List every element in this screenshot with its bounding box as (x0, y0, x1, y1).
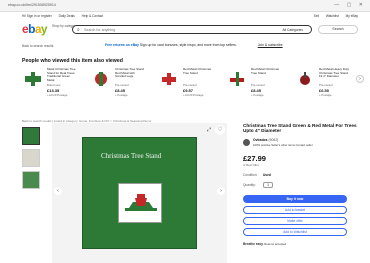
window-controls[interactable]: — ▢ ✕ (334, 2, 366, 8)
item-thumbnail[interactable] (226, 68, 248, 90)
item-title[interactable]: Red Metal Heavy Duty Christmas Tree Stan… (319, 67, 349, 79)
stand-picture (118, 183, 162, 223)
sign-in-link[interactable]: Hi! Sign in or register (22, 14, 52, 18)
gallery-thumbnails (22, 127, 42, 193)
item-info-panel: Christmas Tree Stand Green & Red Metal F… (243, 123, 365, 246)
condition-label: Condition: (243, 172, 258, 177)
box-label: Christmas Tree Stand (101, 152, 162, 160)
returns-title: Breathe easy. (243, 241, 264, 246)
item-condition: Brand new (47, 83, 61, 87)
seller-info: Ovbsdos (5062) 100% positive Seller's ot… (243, 138, 365, 150)
item-title: Christmas Tree Stand Green & Red Metal F… (243, 123, 357, 134)
main-product-image[interactable]: Christmas Tree Stand ‹ › ⤢ ♡ (52, 123, 227, 263)
ebay-logo[interactable]: ebay (22, 22, 48, 36)
item-postage: + £3.20 Postage (47, 93, 68, 97)
item-condition: Pre-owned (251, 83, 265, 87)
search-input[interactable]: ⌕ Search for anything All Categories (72, 25, 312, 34)
returns-info: Breathe easy. Returns accepted. (243, 242, 365, 246)
related-item[interactable]: Red Metal Christmas Tree Stand Pre-owned… (226, 67, 281, 112)
item-title[interactable]: Metal Christmas Tree Stand for Real Tree… (47, 67, 77, 82)
item-thumbnail[interactable] (158, 68, 180, 90)
promo-brand: Free returns on eBay (105, 43, 139, 47)
search-placeholder: Search for anything (84, 28, 116, 33)
back-to-results-link[interactable]: Back to search results (22, 44, 53, 48)
quantity-input[interactable]: 1 (263, 181, 273, 188)
search-button[interactable]: Search (318, 25, 358, 34)
item-postage: + Postage (319, 93, 332, 97)
site-header: ebay Shop by category ⌕ Search for anyth… (0, 21, 370, 38)
my-ebay-link[interactable]: My eBay (346, 14, 358, 18)
promo-link[interactable]: Join & subscribe (258, 43, 283, 47)
expand-icon[interactable]: ⤢ (207, 127, 211, 133)
tree-stand-box: Christmas Tree Stand (82, 137, 197, 249)
make-offer-button[interactable]: Make offer (243, 216, 347, 225)
quantity-label: Quantity: (243, 182, 256, 187)
condition-value: Used (263, 172, 271, 177)
promo-banner: Free returns on eBay Sign up for card bo… (105, 43, 283, 47)
seller-feedback-count: (5062) (268, 137, 279, 142)
sell-link[interactable]: Sell (314, 14, 319, 18)
item-postage: + Postage (115, 93, 128, 97)
buy-now-button[interactable]: Buy it now (243, 194, 347, 203)
seller-avatar[interactable] (243, 138, 250, 146)
related-title: People who viewed this item also viewed (22, 58, 123, 64)
seller-name[interactable]: Ovbsdos (5062) (253, 138, 278, 142)
next-image-button[interactable]: › (217, 187, 225, 195)
promo-text: Sign up for card bonuses, style inspo, a… (139, 43, 237, 47)
seller-username[interactable]: Ovbsdos (253, 138, 268, 142)
utility-bar: Hi! Sign in or register Daily Deals Help… (0, 12, 370, 21)
browser-address-bar[interactable]: ebay.co.uk/itm/291508925914 — ▢ ✕ (0, 0, 370, 12)
related-item[interactable]: Red Metal Heavy Duty Christmas Tree Stan… (294, 67, 349, 112)
promo-bar: Back to search results Free returns on e… (0, 38, 370, 55)
listing-main: Back to search results | Listed in categ… (0, 117, 370, 263)
item-title[interactable]: Christmas Tree Stand Red Metal with Scro… (115, 67, 145, 79)
item-price: £27.99 (243, 153, 266, 163)
related-items-section: People who viewed this item also viewed … (0, 55, 370, 117)
item-condition: Pre-owned (319, 83, 333, 87)
help-link[interactable]: Help & Contact (82, 14, 103, 18)
category-select[interactable]: All Categories (282, 28, 303, 32)
prev-image-button[interactable]: ‹ (54, 187, 62, 195)
gallery-thumb[interactable] (22, 149, 40, 167)
condition-row: Condition: Used (243, 173, 365, 179)
item-thumbnail[interactable] (294, 68, 316, 90)
quantity-row: Quantity: 1 (243, 181, 365, 190)
item-title[interactable]: Red Metal Christmas Tree Stand (251, 67, 281, 75)
item-condition: Pre-owned (115, 83, 129, 87)
related-item[interactable]: Red Metal Christmas Tree Stand Pre-owned… (158, 67, 213, 112)
add-to-basket-button[interactable]: Add to basket (243, 205, 347, 214)
related-item[interactable]: Metal Christmas Tree Stand for Real Tree… (22, 67, 77, 112)
item-postage: + Postage (251, 93, 264, 97)
item-condition: Pre-owned (183, 83, 197, 87)
item-postage: + £3.20 Postage (183, 93, 204, 97)
related-item[interactable]: Christmas Tree Stand Red Metal with Scro… (90, 67, 145, 112)
item-thumbnail[interactable] (90, 68, 112, 90)
gallery-thumb[interactable] (22, 171, 40, 189)
returns-text: Returns accepted. (264, 241, 287, 246)
carousel-next-button[interactable]: › (356, 75, 364, 83)
best-offer-note: or Best Offer (243, 162, 259, 167)
search-icon: ⌕ (77, 27, 80, 33)
daily-deals-link[interactable]: Daily Deals (59, 14, 75, 18)
item-thumbnail[interactable] (22, 68, 44, 90)
item-title[interactable]: Red Metal Christmas Tree Stand (183, 67, 213, 75)
watchlist-link[interactable]: Watchlist (326, 14, 339, 18)
heart-icon[interactable]: ♡ (215, 125, 225, 135)
seller-feedback[interactable]: 100% positive Seller's other items Conta… (253, 143, 313, 147)
url-text[interactable]: ebay.co.uk/itm/291508925914 (8, 3, 56, 7)
gallery-thumb[interactable] (22, 127, 40, 145)
add-to-watchlist-button[interactable]: Add to Watchlist (243, 227, 347, 236)
